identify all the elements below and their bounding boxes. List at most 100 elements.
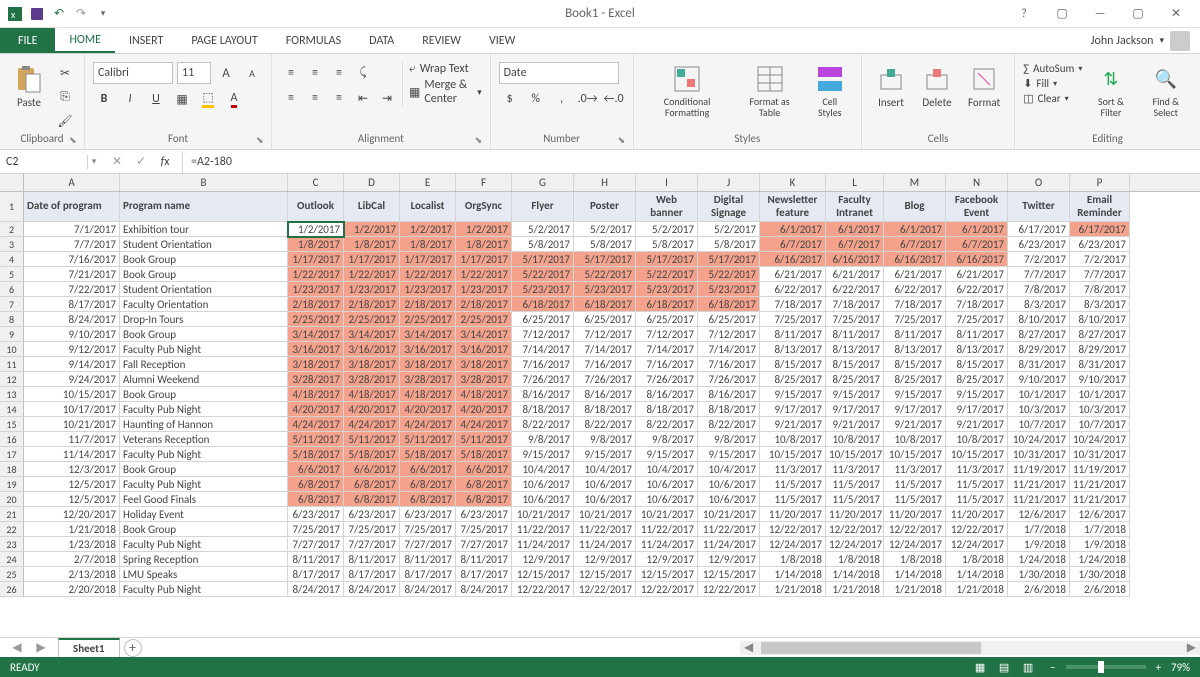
cell[interactable]: 1/2/2017 — [456, 222, 512, 237]
cell[interactable]: 5/23/2017 — [698, 282, 760, 297]
cell[interactable]: 9/15/2017 — [826, 387, 884, 402]
cell[interactable]: Book Group — [120, 522, 288, 537]
cell[interactable]: 8/18/2017 — [698, 402, 760, 417]
cell[interactable]: 10/8/2017 — [946, 432, 1008, 447]
row-header[interactable]: 18 — [0, 462, 24, 477]
cell[interactable]: 4/24/2017 — [288, 417, 344, 432]
sheet-nav-next-icon[interactable]: ▶ — [30, 637, 52, 659]
fill-button[interactable]: ⬇Fill▾ — [1023, 77, 1082, 90]
cell[interactable]: 11/22/2017 — [512, 522, 574, 537]
cell[interactable]: 6/17/2017 — [1008, 222, 1070, 237]
col-header-P[interactable]: P — [1070, 174, 1130, 191]
cell[interactable]: 5/11/2017 — [400, 432, 456, 447]
cell[interactable]: 11/5/2017 — [826, 477, 884, 492]
cell[interactable]: 10/15/2017 — [884, 447, 946, 462]
cell[interactable]: 6/23/2017 — [1008, 237, 1070, 252]
cell[interactable]: 11/20/2017 — [884, 507, 946, 522]
cell[interactable]: 11/5/2017 — [946, 477, 1008, 492]
cell[interactable]: 1/23/2017 — [456, 282, 512, 297]
cell[interactable]: 4/18/2017 — [288, 387, 344, 402]
cell[interactable]: 1/14/2018 — [826, 567, 884, 582]
row-header[interactable]: 16 — [0, 432, 24, 447]
cell[interactable]: 10/21/2017 — [574, 507, 636, 522]
cell[interactable]: 3/16/2017 — [344, 342, 400, 357]
tab-data[interactable]: DATA — [355, 28, 408, 53]
cell[interactable]: 8/22/2017 — [698, 417, 760, 432]
cell[interactable]: 8/13/2017 — [884, 342, 946, 357]
cell[interactable]: 1/22/2017 — [400, 267, 456, 282]
cell[interactable]: Book Group — [120, 327, 288, 342]
cell[interactable]: 7/26/2017 — [698, 372, 760, 387]
cell[interactable]: 8/24/2017 — [456, 582, 512, 597]
cell[interactable]: 3/28/2017 — [400, 372, 456, 387]
cancel-formula-icon[interactable]: ✕ — [106, 151, 128, 173]
user-area[interactable]: John Jackson ▾ — [1091, 28, 1200, 53]
cell[interactable]: 11/3/2017 — [760, 462, 826, 477]
cell[interactable]: 4/20/2017 — [344, 402, 400, 417]
cell[interactable]: 12/3/2017 — [24, 462, 120, 477]
cell[interactable]: 10/4/2017 — [698, 462, 760, 477]
cell[interactable]: 7/12/2017 — [574, 327, 636, 342]
cell[interactable]: 8/25/2017 — [884, 372, 946, 387]
cell[interactable]: 5/8/2017 — [698, 237, 760, 252]
cell[interactable]: 7/12/2017 — [636, 327, 698, 342]
cell[interactable]: 6/23/2017 — [400, 507, 456, 522]
cell[interactable]: 7/7/2017 — [1070, 267, 1130, 282]
header-cell[interactable]: Localist — [400, 192, 456, 222]
cell[interactable]: 5/18/2017 — [456, 447, 512, 462]
font-color-icon[interactable]: A — [223, 88, 245, 110]
cell[interactable]: 3/14/2017 — [456, 327, 512, 342]
cell[interactable]: Faculty Pub Night — [120, 582, 288, 597]
header-cell[interactable]: Web banner — [636, 192, 698, 222]
cell[interactable]: 5/17/2017 — [574, 252, 636, 267]
cell[interactable]: 7/25/2017 — [344, 522, 400, 537]
cell[interactable]: 6/23/2017 — [288, 507, 344, 522]
cell[interactable]: 9/15/2017 — [760, 387, 826, 402]
increase-decimal-icon[interactable]: .0→ — [577, 88, 599, 110]
cell[interactable]: 8/24/2017 — [24, 312, 120, 327]
cell[interactable]: 4/18/2017 — [456, 387, 512, 402]
cell[interactable]: Faculty Pub Night — [120, 447, 288, 462]
cell[interactable]: 3/14/2017 — [400, 327, 456, 342]
cell[interactable]: 9/15/2017 — [698, 447, 760, 462]
cell[interactable]: 12/15/2017 — [574, 567, 636, 582]
help-icon[interactable]: ? — [1008, 4, 1040, 24]
cell[interactable]: 10/6/2017 — [698, 492, 760, 507]
cell[interactable]: 8/13/2017 — [760, 342, 826, 357]
number-format-combo[interactable]: Date — [499, 62, 619, 84]
cell[interactable]: 6/8/2017 — [400, 492, 456, 507]
cell[interactable]: 2/25/2017 — [456, 312, 512, 327]
cell[interactable]: 6/8/2017 — [288, 492, 344, 507]
cell[interactable]: 10/24/2017 — [1070, 432, 1130, 447]
cell[interactable]: 8/31/2017 — [1070, 357, 1130, 372]
cell[interactable]: 6/22/2017 — [946, 282, 1008, 297]
cell[interactable]: 11/20/2017 — [826, 507, 884, 522]
cell[interactable]: 2/18/2017 — [288, 297, 344, 312]
zoom-out-icon[interactable]: − — [1050, 661, 1055, 674]
italic-button[interactable]: I — [119, 88, 141, 110]
scroll-right-icon[interactable]: ▶ — [1183, 640, 1200, 655]
cell[interactable]: 7/18/2017 — [826, 297, 884, 312]
cell[interactable]: 8/17/2017 — [456, 567, 512, 582]
cell[interactable]: 8/24/2017 — [288, 582, 344, 597]
cell[interactable]: 6/16/2017 — [946, 252, 1008, 267]
cell[interactable]: 7/16/2017 — [636, 357, 698, 372]
header-cell[interactable]: Blog — [884, 192, 946, 222]
cell[interactable]: 5/8/2017 — [574, 237, 636, 252]
select-all-triangle[interactable] — [0, 174, 24, 191]
cell[interactable]: 8/11/2017 — [288, 552, 344, 567]
cell[interactable]: 1/8/2018 — [946, 552, 1008, 567]
header-cell[interactable]: OrgSync — [456, 192, 512, 222]
bold-button[interactable]: B — [93, 88, 115, 110]
row-header[interactable]: 5 — [0, 267, 24, 282]
cell[interactable]: 7/27/2017 — [288, 537, 344, 552]
cell[interactable]: 9/8/2017 — [636, 432, 698, 447]
close-icon[interactable]: ✕ — [1160, 4, 1192, 24]
cell[interactable]: 6/25/2017 — [512, 312, 574, 327]
col-header-B[interactable]: B — [120, 174, 288, 191]
cell[interactable]: 5/17/2017 — [698, 252, 760, 267]
header-cell[interactable]: Email Reminder — [1070, 192, 1130, 222]
cell[interactable]: 12/5/2017 — [24, 477, 120, 492]
cell[interactable]: 12/22/2017 — [884, 522, 946, 537]
col-header-M[interactable]: M — [884, 174, 946, 191]
